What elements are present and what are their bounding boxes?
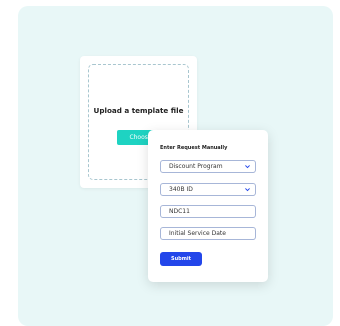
manual-entry-title: Enter Request Manually xyxy=(160,145,228,151)
340b-id-select[interactable]: 340B ID xyxy=(160,183,256,196)
chevron-down-icon xyxy=(245,165,250,169)
initial-service-date-value: Initial Service Date xyxy=(169,230,226,237)
initial-service-date-field[interactable]: Initial Service Date xyxy=(160,227,256,240)
ndc11-value: NDC11 xyxy=(169,208,190,215)
discount-program-select[interactable]: Discount Program xyxy=(160,160,256,173)
upload-title: Upload a template file xyxy=(93,106,184,115)
submit-button[interactable]: Submit xyxy=(160,252,202,266)
chevron-down-icon xyxy=(245,188,250,192)
ndc11-field[interactable]: NDC11 xyxy=(160,205,256,218)
340b-id-value: 340B ID xyxy=(169,186,193,193)
discount-program-value: Discount Program xyxy=(169,163,223,170)
manual-entry-card: Enter Request Manually Discount Program … xyxy=(148,130,268,282)
